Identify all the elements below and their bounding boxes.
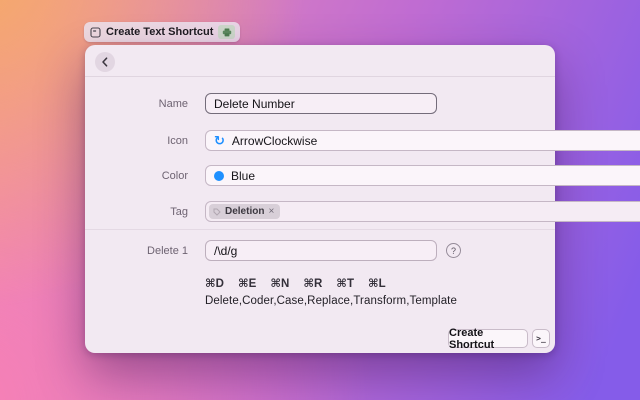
icon-row: Icon ↻ ArrowClockwise [85,130,555,151]
pill-title: Create Text Shortcut [106,26,213,38]
color-select-value: Blue [231,169,640,183]
delete1-row: Delete 1 ? [85,240,555,261]
icon-label: Icon [85,130,188,151]
back-button[interactable] [95,52,115,72]
tag-icon [213,208,221,216]
delete1-pattern-input[interactable] [205,240,437,261]
tag-label: Tag [85,201,188,222]
titlebar-pill[interactable]: Create Text Shortcut [84,22,240,42]
name-input[interactable] [205,93,437,114]
shortcut-cmd-r: ⌘R [303,276,322,290]
printer-icon[interactable] [218,25,235,39]
shortcut-hints: ⌘D ⌘E ⌘N ⌘R ⌘T ⌘L [205,276,386,290]
color-select[interactable]: Blue [205,165,640,186]
tag-row: Tag Deletion × [85,201,555,222]
shortcut-cmd-e: ⌘E [238,276,256,290]
tag-chip[interactable]: Deletion × [209,204,280,219]
window-glyph-icon [90,27,101,38]
terminal-button[interactable]: >_ [532,329,550,348]
color-row: Color Blue [85,165,555,186]
icon-select[interactable]: ↻ ArrowClockwise [205,130,640,151]
name-label: Name [85,93,188,114]
help-button[interactable]: ? [446,243,461,258]
tag-remove-icon[interactable]: × [268,206,274,217]
arrow-clockwise-icon: ↻ [214,134,225,147]
blue-color-swatch-icon [214,171,224,181]
create-shortcut-window: Name Icon ↻ ArrowClockwise Color Blue [85,45,555,353]
shortcut-cmd-t: ⌘T [336,276,354,290]
shortcut-cmd-n: ⌘N [270,276,289,290]
icon-select-value: ArrowClockwise [232,134,640,148]
shortcut-cmd-d: ⌘D [205,276,224,290]
chevron-left-icon [101,57,109,67]
color-label: Color [85,165,188,186]
section-divider [85,229,555,230]
tag-chip-label: Deletion [225,206,264,217]
keyword-list: Delete,Coder,Case,Replace,Transform,Temp… [205,295,457,307]
delete1-label: Delete 1 [85,240,188,261]
create-shortcut-button[interactable]: Create Shortcut [448,329,528,348]
header-divider [85,76,555,77]
shortcut-cmd-l: ⌘L [368,276,386,290]
window-header [85,45,555,76]
tag-field[interactable]: Deletion × [205,201,640,222]
name-row: Name [85,93,555,114]
